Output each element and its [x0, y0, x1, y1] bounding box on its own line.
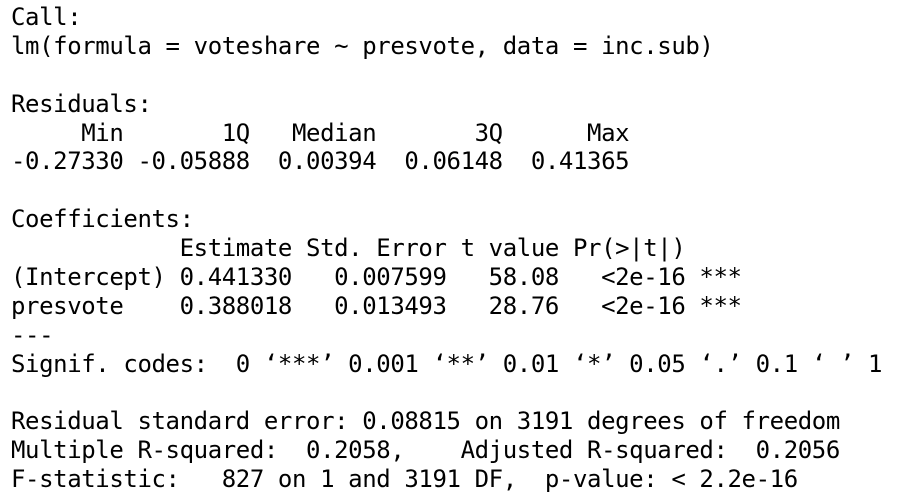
- coefficient-row-intercept: (Intercept) 0.441330 0.007599 58.08 <2e-…: [11, 263, 742, 292]
- separator-line: ---: [11, 320, 54, 349]
- residuals-header: Min 1Q Median 3Q Max: [11, 118, 644, 147]
- residuals-label: Residuals:: [11, 89, 152, 118]
- f-statistic-line: F-statistic: 827 on 1 and 3191 DF, p-val…: [11, 465, 798, 494]
- residual-standard-error: Residual standard error: 0.08815 on 3191…: [11, 407, 840, 436]
- signif-codes: Signif. codes: 0 ‘***’ 0.001 ‘**’ 0.01 ‘…: [11, 349, 883, 378]
- regression-summary-output: Call: lm(formula = voteshare ~ presvote, …: [11, 3, 882, 494]
- call-formula: lm(formula = voteshare ~ presvote, data …: [11, 31, 714, 60]
- r-console-window: { "console": { "call_label": "Call:", "c…: [0, 0, 919, 499]
- residuals-values: -0.27330 -0.05888 0.00394 0.06148 0.4136…: [11, 147, 644, 176]
- coefficients-label: Coefficients:: [11, 205, 194, 234]
- coefficients-header: Estimate Std. Error t value Pr(>|t|): [11, 234, 742, 263]
- call-label: Call:: [11, 3, 82, 31]
- coefficient-row-presvote: presvote 0.388018 0.013493 28.76 <2e-16 …: [11, 291, 742, 320]
- r-squared-line: Multiple R-squared: 0.2058, Adjusted R-s…: [11, 436, 854, 465]
